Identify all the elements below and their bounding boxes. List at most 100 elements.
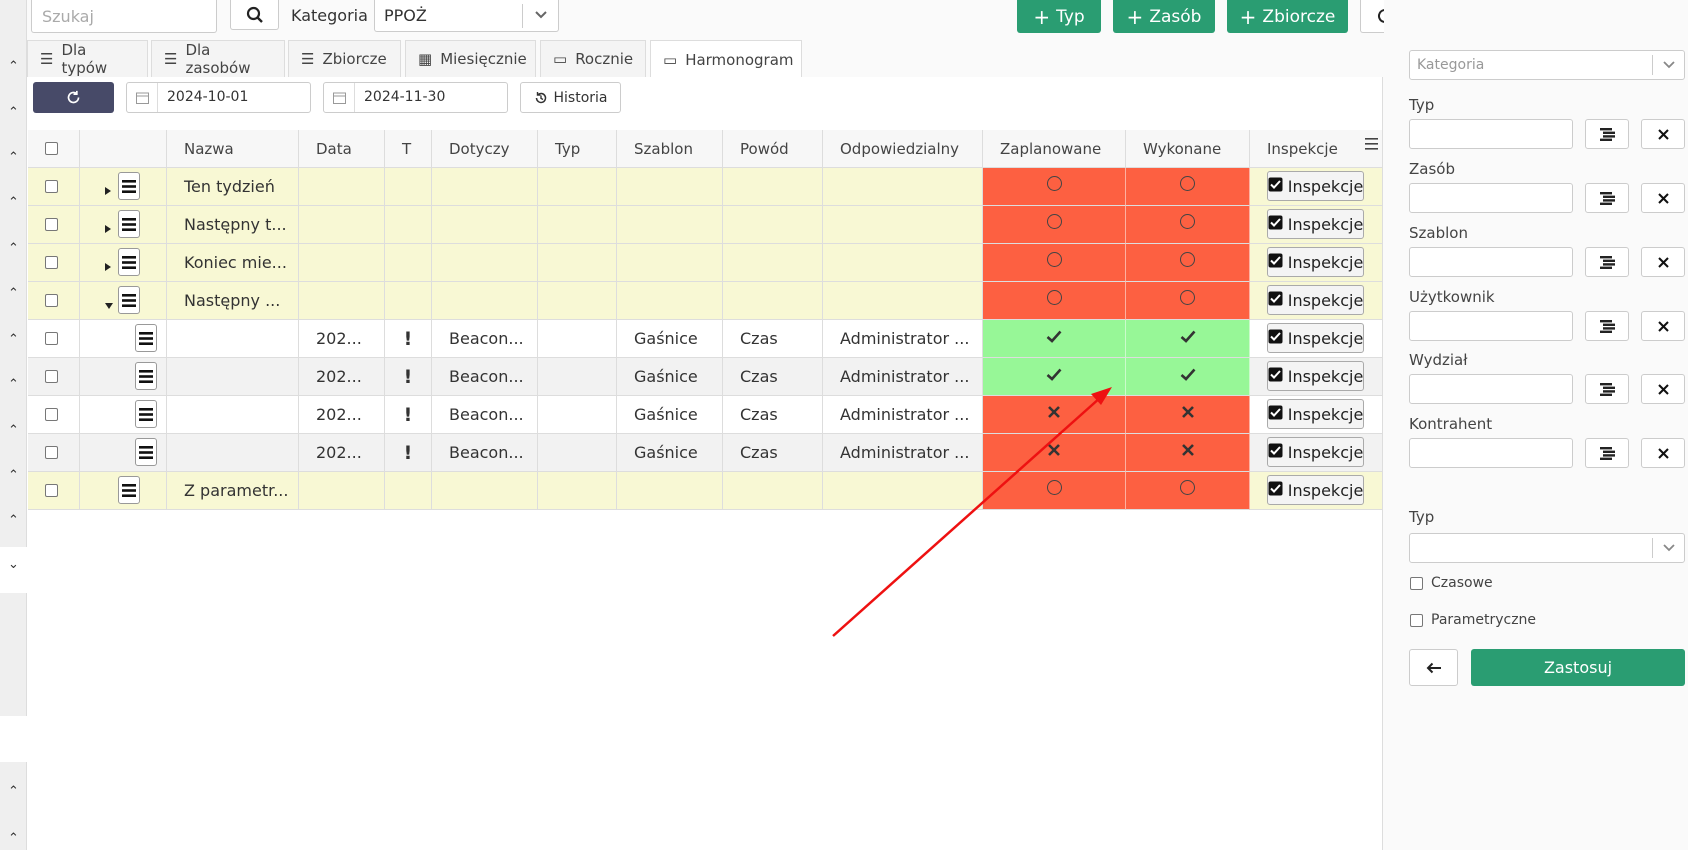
collapse-icon[interactable]: ⌃ bbox=[0, 372, 27, 396]
inspections-button[interactable]: Inspekcje bbox=[1267, 437, 1364, 467]
select-all-checkbox[interactable] bbox=[45, 142, 58, 155]
row-menu-button[interactable] bbox=[118, 172, 140, 200]
filter-pick-button[interactable] bbox=[1585, 183, 1629, 213]
header-select-all[interactable] bbox=[28, 130, 80, 168]
row-checkbox[interactable] bbox=[45, 370, 58, 383]
search-input[interactable] bbox=[31, 0, 217, 33]
tab-schedule[interactable]: ▭ Harmonogram bbox=[650, 40, 802, 78]
filter-clear-button[interactable] bbox=[1641, 183, 1685, 213]
caret-right-icon[interactable] bbox=[104, 219, 112, 238]
collapse-icon[interactable]: ⌃ bbox=[0, 145, 27, 169]
caret-down-icon[interactable] bbox=[104, 295, 114, 314]
row-menu-button[interactable] bbox=[135, 438, 157, 466]
cell-sel[interactable] bbox=[28, 282, 80, 320]
filter-pick-button[interactable] bbox=[1585, 374, 1629, 404]
filter-clear-button[interactable] bbox=[1641, 438, 1685, 468]
cell-sel[interactable] bbox=[28, 434, 80, 472]
cell-sel[interactable] bbox=[28, 206, 80, 244]
param-checkbox[interactable] bbox=[1410, 613, 1423, 627]
tab-monthly[interactable]: ▦ Miesięcznie bbox=[405, 40, 536, 77]
collapse-icon[interactable]: ⌃ bbox=[0, 508, 27, 532]
row-checkbox[interactable] bbox=[45, 294, 58, 307]
cell-sel[interactable] bbox=[28, 396, 80, 434]
collapse-icon[interactable]: ⌃ bbox=[0, 418, 27, 442]
filter-pick-button[interactable] bbox=[1585, 247, 1629, 277]
inspections-button[interactable]: Inspekcje bbox=[1267, 399, 1364, 429]
add-type-button[interactable]: + Typ bbox=[1017, 0, 1101, 33]
collapse-icon[interactable]: ⌃ bbox=[0, 281, 27, 305]
back-button[interactable] bbox=[1409, 649, 1458, 686]
filter-field-input[interactable] bbox=[1409, 374, 1573, 404]
tab-yearly[interactable]: ▭ Rocznie bbox=[540, 40, 646, 77]
expand-icon[interactable]: ⌄ bbox=[0, 552, 27, 576]
filter-clear-button[interactable] bbox=[1641, 374, 1685, 404]
row-menu-button[interactable] bbox=[118, 248, 140, 276]
row-checkbox[interactable] bbox=[45, 256, 58, 269]
cell-sel[interactable] bbox=[28, 358, 80, 396]
header-dotyczy[interactable]: Dotyczy bbox=[432, 130, 538, 168]
filter-category-select[interactable]: Kategoria bbox=[1409, 50, 1685, 80]
row-checkbox[interactable] bbox=[45, 446, 58, 459]
filter-pick-button[interactable] bbox=[1585, 119, 1629, 149]
reload-button[interactable] bbox=[33, 82, 114, 113]
row-menu-button[interactable] bbox=[118, 476, 140, 504]
header-typ[interactable]: Typ bbox=[538, 130, 617, 168]
header-t[interactable]: T bbox=[385, 130, 432, 168]
add-resource-button[interactable]: + Zasób bbox=[1113, 0, 1215, 33]
timed-checkbox-row[interactable]: Czasowe bbox=[1410, 575, 1493, 591]
tab-collective[interactable]: ☰ Zbiorcze bbox=[288, 40, 401, 77]
date-from-field[interactable]: 2024-10-01 bbox=[126, 82, 311, 113]
row-menu-button[interactable] bbox=[118, 210, 140, 238]
header-szablon[interactable]: Szablon bbox=[617, 130, 723, 168]
timed-checkbox[interactable] bbox=[1410, 576, 1423, 590]
inspections-button[interactable]: Inspekcje bbox=[1267, 209, 1364, 239]
tab-for-resources[interactable]: ☰ Dla zasobów bbox=[151, 40, 285, 77]
filter-pick-button[interactable] bbox=[1585, 438, 1629, 468]
cell-sel[interactable] bbox=[28, 168, 80, 206]
collapse-icon[interactable]: ⌃ bbox=[0, 826, 27, 850]
collapse-icon[interactable]: ⌃ bbox=[0, 100, 27, 124]
cell-sel[interactable] bbox=[28, 320, 80, 358]
row-checkbox[interactable] bbox=[45, 332, 58, 345]
header-zaplanowane[interactable]: Zaplanowane bbox=[983, 130, 1126, 168]
inspections-button[interactable]: Inspekcje bbox=[1267, 171, 1364, 201]
row-checkbox[interactable] bbox=[45, 180, 58, 193]
apply-button[interactable]: Zastosuj bbox=[1471, 649, 1685, 686]
cell-sel[interactable] bbox=[28, 472, 80, 510]
row-menu-button[interactable] bbox=[135, 362, 157, 390]
search-button[interactable] bbox=[230, 0, 279, 30]
filter-type-select[interactable] bbox=[1409, 533, 1685, 563]
header-data[interactable]: Data bbox=[299, 130, 385, 168]
header-odpowiedzialny[interactable]: Odpowiedzialny bbox=[823, 130, 983, 168]
filter-field-input[interactable] bbox=[1409, 183, 1573, 213]
caret-right-icon[interactable] bbox=[104, 257, 112, 276]
inspections-button[interactable]: Inspekcje bbox=[1267, 361, 1364, 391]
filter-clear-button[interactable] bbox=[1641, 119, 1685, 149]
collapse-icon[interactable]: ⌃ bbox=[0, 463, 27, 487]
row-checkbox[interactable] bbox=[45, 484, 58, 497]
collapse-icon[interactable]: ⌃ bbox=[0, 327, 27, 351]
collapse-icon[interactable]: ⌃ bbox=[0, 190, 27, 214]
category-select[interactable]: PPOŻ bbox=[374, 0, 559, 32]
inspections-button[interactable]: Inspekcje bbox=[1267, 475, 1364, 505]
header-wykonane[interactable]: Wykonane bbox=[1126, 130, 1250, 168]
filter-clear-button[interactable] bbox=[1641, 311, 1685, 341]
caret-right-icon[interactable] bbox=[104, 181, 112, 200]
filter-pick-button[interactable] bbox=[1585, 311, 1629, 341]
collapse-icon[interactable]: ⌃ bbox=[0, 54, 27, 78]
collapse-icon[interactable]: ⌃ bbox=[0, 236, 27, 260]
row-menu-button[interactable] bbox=[135, 324, 157, 352]
header-nazwa[interactable]: Nazwa bbox=[167, 130, 299, 168]
header-powod[interactable]: Powód bbox=[723, 130, 823, 168]
collapse-icon[interactable]: ⌃ bbox=[0, 779, 27, 803]
param-checkbox-row[interactable]: Parametryczne bbox=[1410, 612, 1536, 628]
column-menu-icon[interactable] bbox=[1365, 138, 1378, 150]
filter-clear-button[interactable] bbox=[1641, 247, 1685, 277]
header-inspekcje[interactable]: Inspekcje bbox=[1250, 130, 1383, 168]
filter-field-input[interactable] bbox=[1409, 119, 1573, 149]
filter-field-input[interactable] bbox=[1409, 311, 1573, 341]
inspections-button[interactable]: Inspekcje bbox=[1267, 285, 1364, 315]
tab-for-types[interactable]: ☰ Dla typów bbox=[27, 40, 148, 77]
row-menu-button[interactable] bbox=[135, 400, 157, 428]
add-collective-button[interactable]: + Zbiorcze bbox=[1227, 0, 1348, 33]
